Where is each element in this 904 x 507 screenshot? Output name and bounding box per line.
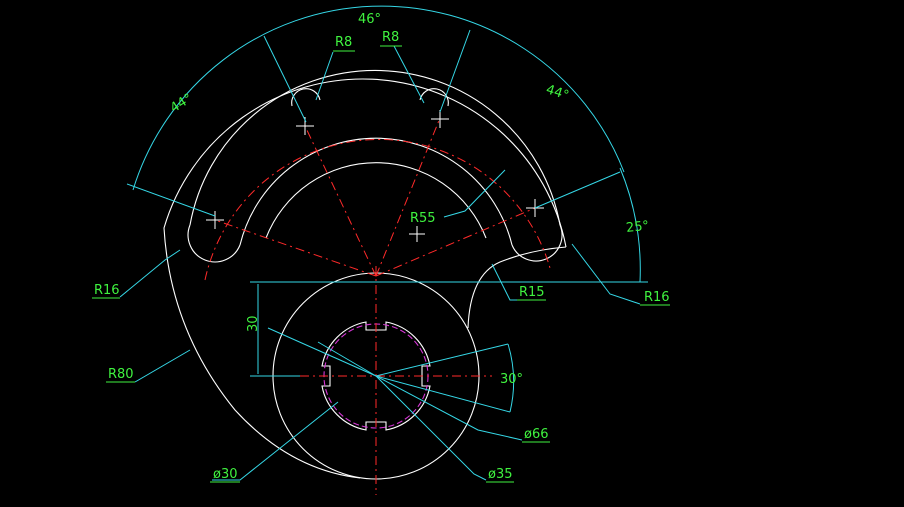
ext-hub-ray-2: [375, 375, 511, 413]
slot-inner-arc: [239, 137, 513, 246]
leader-r8-right: [393, 45, 425, 104]
drawing-canvas: 46° 44° 44° 25° 30° R8 R8 R55 R16 R80 R1…: [92, 5, 670, 495]
inner-arc: [265, 162, 487, 239]
dim-r55: R55: [410, 211, 436, 226]
leader-d66: [267, 327, 523, 441]
dim-r16-right: R16: [644, 290, 670, 305]
dim-linear-30: 30: [246, 315, 261, 332]
dimension-labels: 46° 44° 44° 25° 30° R8 R8 R55 R16 R80 R1…: [92, 12, 670, 483]
ext-top-left: [263, 35, 307, 123]
dim-angle-right-small: 25°: [625, 219, 649, 236]
dim-angle-right: 44°: [544, 82, 571, 103]
dim-d30: ø30: [213, 467, 238, 482]
dim-r8-left: R8: [335, 35, 352, 50]
dim-angle-top: 46°: [358, 12, 381, 27]
leader-r16-right: [571, 243, 641, 305]
cad-drawing: 46° 44° 44° 25° 30° R8 R8 R55 R16 R80 R1…: [0, 0, 904, 507]
dim-r16-left: R16: [94, 283, 120, 298]
ext-top-right: [439, 29, 471, 113]
dim-r8-right: R8: [382, 30, 399, 45]
centerlines: [204, 117, 551, 495]
slot-right-cap: [511, 224, 563, 262]
center-marks: [206, 110, 544, 242]
part-outline: [163, 69, 567, 480]
leader-r80: [134, 349, 191, 383]
ext-left: [126, 183, 216, 217]
ext-right: [534, 171, 621, 209]
dim-r80: R80: [108, 367, 134, 382]
leader-r16-left: [119, 249, 181, 298]
dim-r15: R15: [519, 285, 545, 300]
ext-hub-ray-1: [375, 343, 509, 377]
leader-r55: [443, 169, 506, 218]
fillet-r15: [467, 246, 567, 329]
dim-d35: ø35: [488, 467, 513, 482]
bump-left-r8: [291, 88, 321, 107]
dim-d66: ø66: [524, 427, 549, 442]
slot-left-cap: [187, 224, 241, 263]
center-ray-1: [304, 125, 377, 277]
dimension-lines: [119, 5, 648, 481]
slot-outer-arc: [189, 69, 561, 226]
dim-angle-hub: 30°: [500, 372, 523, 387]
